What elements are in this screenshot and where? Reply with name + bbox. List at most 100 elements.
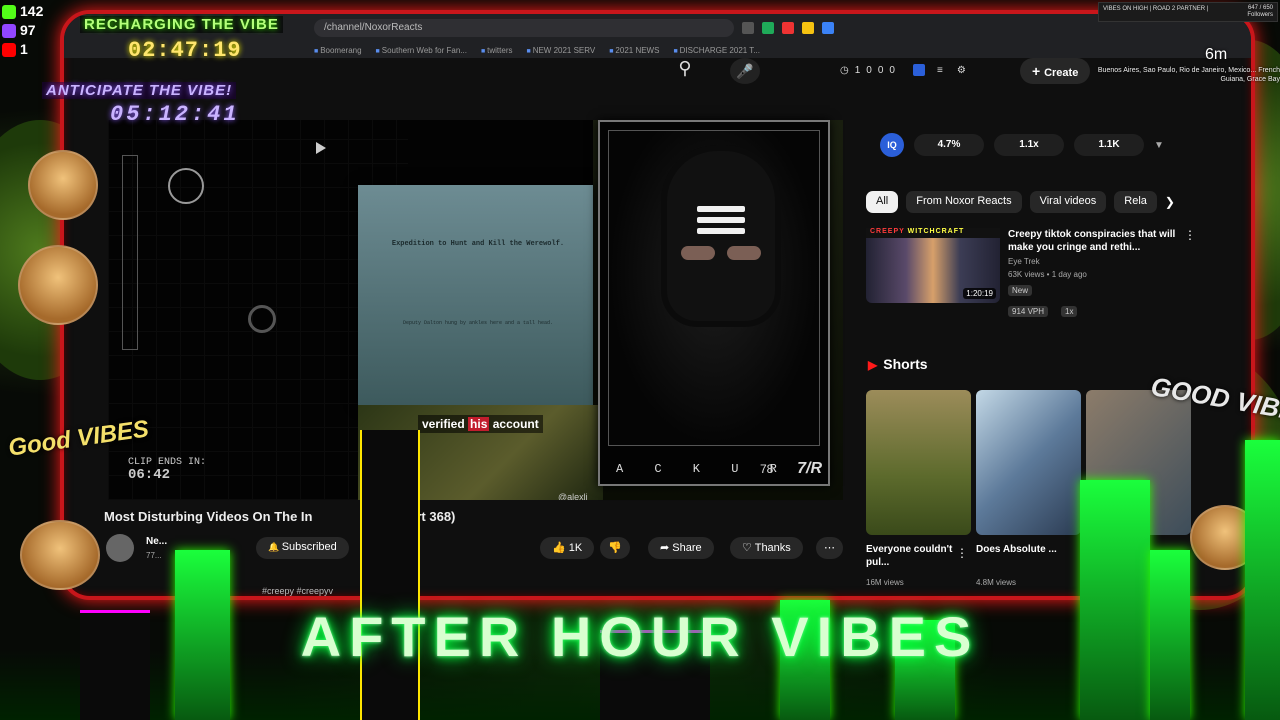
thanks-label: Thanks xyxy=(754,542,791,554)
address-bar[interactable]: /channel/NoxorReacts xyxy=(314,19,734,37)
chevron-right-icon[interactable]: ❯ xyxy=(1165,191,1175,213)
extension-icon[interactable] xyxy=(912,64,925,76)
new-badge: New xyxy=(1008,285,1033,296)
anticipate-title: ANTICIPATE THE VIBE! xyxy=(42,82,237,99)
extension-stats: IQ 4.7% 1.1x 1.1K ▼ xyxy=(880,133,1164,157)
bookmark-item[interactable]: 2021 NEWS xyxy=(609,46,659,55)
extension-icon[interactable] xyxy=(782,22,794,34)
streamer-webcam: A C K U R 78 7/R xyxy=(598,120,830,486)
list-icon[interactable]: ≡ xyxy=(937,65,943,76)
webcam-frame xyxy=(608,130,820,446)
extension-icon[interactable] xyxy=(802,22,814,34)
share-button[interactable]: ➦ Share xyxy=(648,537,714,559)
search-icon[interactable]: ⚲ xyxy=(670,58,700,84)
short-thumbnail[interactable] xyxy=(976,390,1081,535)
chip-related[interactable]: Rela xyxy=(1114,191,1157,213)
play-triangle-icon xyxy=(316,142,326,154)
extension-badge[interactable]: IQ xyxy=(880,133,904,157)
bookmark-item[interactable]: Southern Web for Fan... xyxy=(376,46,467,55)
countdown-badge: 6m xyxy=(1205,46,1228,63)
hud-sidebar-gauge xyxy=(122,155,138,350)
chip-viral-videos[interactable]: Viral videos xyxy=(1029,191,1107,213)
header-stat-value: 0 xyxy=(877,64,884,76)
clip-timer: CLIP ENDS IN: 06:42 xyxy=(128,456,206,482)
caption-text: verified xyxy=(422,417,465,431)
after-hour-vibes-banner: AFTER HOUR VIBES xyxy=(300,605,980,668)
clock-icon: ◷ xyxy=(840,64,849,76)
extension-icon[interactable] xyxy=(762,22,774,34)
recommended-video[interactable]: CREEPY WITCHCRAFT 1:20:19 Creepy tiktok … xyxy=(866,228,1236,318)
cat-sticker xyxy=(28,150,98,220)
video-hashtags[interactable]: #creepy #creepyv xyxy=(262,586,333,596)
document-body: Deputy Dalton hung by ankles here and a … xyxy=(402,320,554,326)
header-stat-value: 0 xyxy=(889,64,895,76)
header-stat-value: 0 xyxy=(866,64,872,76)
short-title[interactable]: Does Absolute ... xyxy=(976,543,1066,556)
short-thumbnail[interactable] xyxy=(866,390,971,535)
thumbs-down-icon: 👎 xyxy=(608,542,622,554)
share-label: Share xyxy=(672,542,702,554)
document-heading: Expedition to Hunt and Kill the Werewolf… xyxy=(391,240,565,248)
like-count: 1K xyxy=(568,542,583,554)
recommended-meta: 63K views • 1 day ago xyxy=(1008,270,1087,279)
recharge-timer: 02:47:19 xyxy=(128,38,242,63)
extension-icon[interactable] xyxy=(742,22,754,34)
bookmark-item[interactable]: Boomerang xyxy=(314,46,361,55)
kebab-menu-icon[interactable]: ⋮ xyxy=(956,546,968,560)
channel-avatar[interactable] xyxy=(106,534,134,562)
filter-chips: All From Noxor Reacts Viral videos Rela … xyxy=(866,191,1175,213)
banner-text: CREEPY xyxy=(870,228,905,235)
balaclava-mask xyxy=(667,151,775,321)
follower-goal: 647 / 650 Followers xyxy=(1247,5,1273,19)
create-button[interactable]: Create xyxy=(1020,58,1091,84)
vph-badge: 914 VPH xyxy=(1008,306,1049,317)
neon-tower xyxy=(1245,440,1280,720)
share-icon: ➦ xyxy=(660,542,673,554)
mask-eye xyxy=(727,246,761,260)
thanks-icon: ♡ xyxy=(742,542,755,554)
channel-name[interactable]: Ne... xyxy=(146,536,167,547)
subscribed-button[interactable]: Subscribed xyxy=(256,537,349,559)
hud-circle-icon xyxy=(168,168,204,204)
dislike-button[interactable]: 👎 xyxy=(600,537,630,559)
ribbon-text: VIBES ON HIGH | ROAD 2 PARTNER | xyxy=(1103,6,1209,12)
settings-icon[interactable]: ⚙ xyxy=(957,65,966,76)
video-watermark: @alexli xyxy=(558,492,588,500)
kebab-menu-icon[interactable]: ⋮ xyxy=(1184,228,1196,242)
chip-from-channel[interactable]: From Noxor Reacts xyxy=(906,191,1022,213)
more-actions-button[interactable]: ⋯ xyxy=(816,537,843,559)
bookmark-item[interactable]: twitters xyxy=(481,46,512,55)
twitch-counter: 97 xyxy=(2,21,43,40)
more-icon: ⋯ xyxy=(824,542,835,554)
shorts-heading: Shorts xyxy=(868,356,927,372)
skyline-building xyxy=(360,430,420,720)
bookmark-item[interactable]: DISCHARGE 2021 T... xyxy=(673,46,760,55)
multiplier-badge: 1x xyxy=(1061,306,1078,317)
header-stat-value: 1 xyxy=(854,64,861,76)
cat-sticker xyxy=(20,520,100,590)
short-title[interactable]: Everyone couldn't pul... xyxy=(866,543,956,569)
webcam-number: 78 xyxy=(760,462,774,476)
mask-eye xyxy=(681,246,715,260)
caption-text: account xyxy=(492,417,539,431)
chip-all[interactable]: All xyxy=(866,191,899,213)
bookmark-item[interactable]: NEW 2021 SERV xyxy=(527,46,596,55)
short-views: 16M views xyxy=(866,578,904,587)
recommended-title[interactable]: Creepy tiktok conspiracies that will mak… xyxy=(1008,228,1183,254)
chevron-down-icon[interactable]: ▼ xyxy=(1154,140,1164,151)
recharge-title: RECHARGING THE VIBE xyxy=(80,16,283,33)
stream-overlay-stage: /channel/NoxorReacts Boomerang Southern … xyxy=(0,0,1280,720)
video-thumbnail[interactable]: CREEPY WITCHCRAFT 1:20:19 xyxy=(866,228,1000,303)
thanks-button[interactable]: ♡ Thanks xyxy=(730,537,803,559)
social-counters: 142 97 1 xyxy=(2,2,43,59)
extension-icon[interactable] xyxy=(822,22,834,34)
extension-stat: 4.7% xyxy=(914,134,984,156)
kick-count: 142 xyxy=(20,3,44,19)
recommended-channel[interactable]: Eye Trek xyxy=(1008,257,1040,266)
microphone-icon[interactable]: 🎤 xyxy=(730,58,760,84)
twitch-count: 97 xyxy=(20,22,36,38)
city-ticker: Buenos Aires, Sao Paulo, Rio de Janeiro,… xyxy=(1097,67,1280,83)
like-button[interactable]: 👍 1K xyxy=(540,537,595,559)
follower-label: Followers xyxy=(1247,12,1273,18)
follower-goal-ribbon: VIBES ON HIGH | ROAD 2 PARTNER | 647 / 6… xyxy=(1098,2,1278,22)
